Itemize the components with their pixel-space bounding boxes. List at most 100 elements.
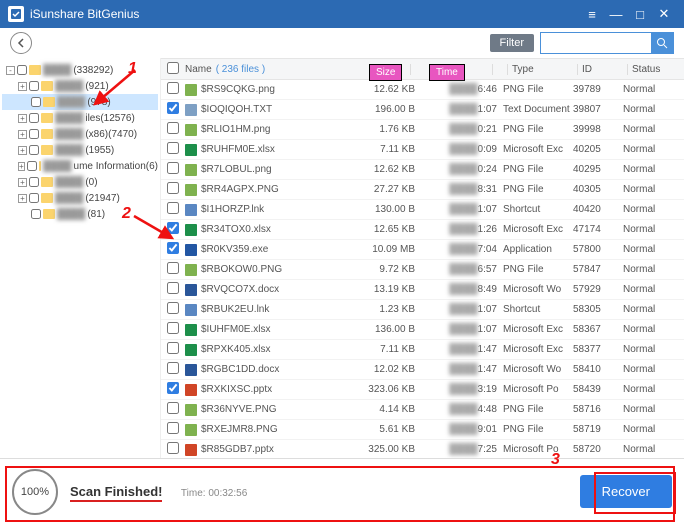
file-name: $R0KV359.exe bbox=[201, 244, 268, 255]
row-checkbox[interactable] bbox=[167, 402, 179, 414]
table-row[interactable]: $R34TOX0.xlsx12.65 KB████1:26Microsoft E… bbox=[161, 220, 684, 240]
tree-item[interactable]: +████(x86)(7470) bbox=[2, 126, 158, 142]
tree-item[interactable]: +████(0) bbox=[2, 174, 158, 190]
table-row[interactable]: $IUHFM0E.xlsx136.00 B████1:07Microsoft E… bbox=[161, 320, 684, 340]
tree-label: ████ bbox=[55, 177, 83, 188]
tree-item[interactable]: +████(21947) bbox=[2, 190, 158, 206]
table-row[interactable]: $RS9CQKG.png12.62 KB████6:46PNG File3978… bbox=[161, 80, 684, 100]
back-button[interactable] bbox=[10, 32, 32, 54]
table-row[interactable]: $I1HORZP.lnk130.00 B████1:07Shortcut4042… bbox=[161, 200, 684, 220]
folder-icon bbox=[41, 177, 53, 187]
table-row[interactable]: $RLIO1HM.png1.76 KB████0:21PNG File39998… bbox=[161, 120, 684, 140]
table-row[interactable]: $R85GDB7.pptx325.00 KB████7:25Microsoft … bbox=[161, 440, 684, 458]
row-checkbox[interactable] bbox=[167, 282, 179, 294]
toggle-icon[interactable]: + bbox=[18, 114, 27, 123]
table-row[interactable]: $RXEJMR8.PNG5.61 KB████9:01PNG File58719… bbox=[161, 420, 684, 440]
grid-body[interactable]: $RS9CQKG.png12.62 KB████6:46PNG File3978… bbox=[161, 80, 684, 458]
tree-item[interactable]: ████(81) bbox=[2, 206, 158, 222]
table-row[interactable]: $RXKIXSC.pptx323.06 KB████3:19Microsoft … bbox=[161, 380, 684, 400]
tree-item[interactable]: +████(921) bbox=[2, 78, 158, 94]
file-icon bbox=[185, 304, 197, 316]
table-row[interactable]: $RR4AGPX.PNG27.27 KB████8:31PNG File4030… bbox=[161, 180, 684, 200]
minimize-btn[interactable]: — bbox=[604, 7, 628, 22]
tree-item[interactable]: +████iles(12576) bbox=[2, 110, 158, 126]
row-checkbox[interactable] bbox=[167, 322, 179, 334]
close-btn[interactable]: ✕ bbox=[652, 6, 676, 22]
col-size-label[interactable]: Size bbox=[369, 64, 402, 81]
table-row[interactable]: $R7LOBUL.png12.62 KB████0:24PNG File4029… bbox=[161, 160, 684, 180]
toggle-icon[interactable]: + bbox=[18, 162, 25, 171]
tree-checkbox[interactable] bbox=[29, 81, 39, 91]
tree-checkbox[interactable] bbox=[29, 113, 39, 123]
folder-tree[interactable]: -████(338292)+████(921)████(978)+████ile… bbox=[0, 58, 160, 458]
toggle-icon[interactable]: + bbox=[18, 130, 27, 139]
table-row[interactable]: $RBOKOW0.PNG9.72 KB████6:57PNG File57847… bbox=[161, 260, 684, 280]
row-checkbox[interactable] bbox=[167, 242, 179, 254]
row-checkbox[interactable] bbox=[167, 442, 179, 454]
tree-checkbox[interactable] bbox=[29, 193, 39, 203]
tree-item[interactable]: -████(338292) bbox=[2, 62, 158, 78]
col-time-label[interactable]: Time bbox=[429, 64, 465, 81]
file-type: PNG File bbox=[503, 404, 573, 415]
file-id: 57800 bbox=[573, 244, 623, 255]
row-checkbox[interactable] bbox=[167, 162, 179, 174]
tree-checkbox[interactable] bbox=[31, 209, 41, 219]
toggle-icon[interactable]: + bbox=[18, 178, 27, 187]
row-checkbox[interactable] bbox=[167, 122, 179, 134]
col-type-label[interactable]: Type bbox=[512, 64, 534, 75]
col-name-label[interactable]: Name bbox=[185, 64, 212, 75]
file-status: Normal bbox=[623, 264, 673, 275]
row-checkbox[interactable] bbox=[167, 302, 179, 314]
file-time: ████1:07 bbox=[421, 204, 503, 215]
tree-checkbox[interactable] bbox=[29, 145, 39, 155]
file-size: 12.02 KB bbox=[361, 364, 421, 375]
tree-checkbox[interactable] bbox=[29, 177, 39, 187]
file-id: 58439 bbox=[573, 384, 623, 395]
search-button[interactable] bbox=[651, 33, 673, 53]
table-row[interactable]: $IOQIQOH.TXT196.00 B████1:07Text Documen… bbox=[161, 100, 684, 120]
file-icon bbox=[185, 144, 197, 156]
table-row[interactable]: $RVQCO7X.docx13.19 KB████8:49Microsoft W… bbox=[161, 280, 684, 300]
row-checkbox[interactable] bbox=[167, 142, 179, 154]
row-checkbox[interactable] bbox=[167, 102, 179, 114]
file-grid: Name ( 236 files ) Size Time Type ID Sta… bbox=[160, 58, 684, 458]
row-checkbox[interactable] bbox=[167, 182, 179, 194]
file-name: $RVQCO7X.docx bbox=[201, 284, 279, 295]
row-checkbox[interactable] bbox=[167, 202, 179, 214]
toggle-icon[interactable]: + bbox=[18, 82, 27, 91]
row-checkbox[interactable] bbox=[167, 342, 179, 354]
col-status-label[interactable]: Status bbox=[632, 64, 660, 75]
file-type: PNG File bbox=[503, 424, 573, 435]
col-id-label[interactable]: ID bbox=[582, 64, 592, 75]
row-checkbox[interactable] bbox=[167, 382, 179, 394]
toggle-icon[interactable]: + bbox=[18, 146, 27, 155]
tree-checkbox[interactable] bbox=[31, 97, 41, 107]
tree-checkbox[interactable] bbox=[29, 129, 39, 139]
table-row[interactable]: $RPXK405.xlsx7.11 KB████1:47Microsoft Ex… bbox=[161, 340, 684, 360]
tree-item[interactable]: ████(978) bbox=[2, 94, 158, 110]
table-row[interactable]: $RGBC1DD.docx12.02 KB████1:47Microsoft W… bbox=[161, 360, 684, 380]
row-checkbox[interactable] bbox=[167, 422, 179, 434]
tree-item[interactable]: +████(1955) bbox=[2, 142, 158, 158]
search-input[interactable] bbox=[541, 33, 651, 53]
file-status: Normal bbox=[623, 104, 673, 115]
table-row[interactable]: $R0KV359.exe10.09 MB████7:04Application5… bbox=[161, 240, 684, 260]
row-checkbox[interactable] bbox=[167, 82, 179, 94]
tree-item[interactable]: +████ume Information(6) bbox=[2, 158, 158, 174]
row-checkbox[interactable] bbox=[167, 362, 179, 374]
tree-checkbox[interactable] bbox=[27, 161, 37, 171]
tree-checkbox[interactable] bbox=[17, 65, 27, 75]
filter-button[interactable]: Filter bbox=[490, 34, 534, 52]
table-row[interactable]: $R36NYVE.PNG4.14 KB████4:48PNG File58716… bbox=[161, 400, 684, 420]
table-row[interactable]: $RUHFM0E.xlsx7.11 KB████0:09Microsoft Ex… bbox=[161, 140, 684, 160]
row-checkbox[interactable] bbox=[167, 262, 179, 274]
toggle-icon[interactable]: - bbox=[6, 66, 15, 75]
file-icon bbox=[185, 344, 197, 356]
table-row[interactable]: $RBUK2EU.lnk1.23 KB████1:07Shortcut58305… bbox=[161, 300, 684, 320]
toggle-icon[interactable]: + bbox=[18, 194, 27, 203]
row-checkbox[interactable] bbox=[167, 222, 179, 234]
recover-button[interactable]: Recover bbox=[580, 475, 672, 508]
menu-btn[interactable]: ≡ bbox=[580, 7, 604, 22]
select-all-checkbox[interactable] bbox=[167, 62, 179, 74]
maximize-btn[interactable]: □ bbox=[628, 7, 652, 22]
